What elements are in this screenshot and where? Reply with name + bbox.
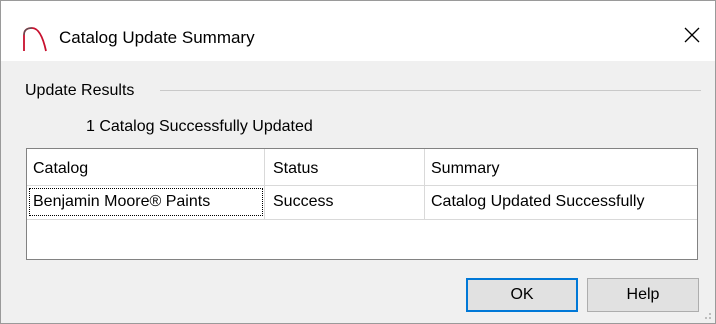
results-table[interactable]: Catalog Status Summary Benjamin Moore® P… <box>26 148 698 260</box>
close-icon <box>684 27 700 43</box>
header-divider <box>27 185 697 186</box>
column-header-summary[interactable]: Summary <box>431 159 499 179</box>
arch-icon <box>23 27 47 52</box>
dialog-window: Catalog Update Summary Update Results 1 … <box>0 0 716 324</box>
row-divider <box>27 219 697 220</box>
group-label: Update Results <box>25 82 135 99</box>
cell-summary[interactable]: Catalog Updated Successfully <box>431 192 644 212</box>
ok-button[interactable]: OK <box>466 278 578 312</box>
column-divider <box>424 149 425 219</box>
resize-grip-icon[interactable] <box>700 308 712 320</box>
window-title: Catalog Update Summary <box>59 28 255 47</box>
column-divider <box>264 149 265 219</box>
help-button[interactable]: Help <box>587 278 699 312</box>
close-button[interactable] <box>669 15 715 55</box>
group-divider <box>160 90 701 91</box>
column-header-status[interactable]: Status <box>273 159 318 179</box>
cell-catalog[interactable]: Benjamin Moore® Paints <box>33 192 210 212</box>
result-count-text: 1 Catalog Successfully Updated <box>86 118 313 135</box>
title-bar[interactable]: Catalog Update Summary <box>1 1 715 61</box>
column-header-catalog[interactable]: Catalog <box>33 159 88 179</box>
cell-status[interactable]: Success <box>273 192 333 212</box>
